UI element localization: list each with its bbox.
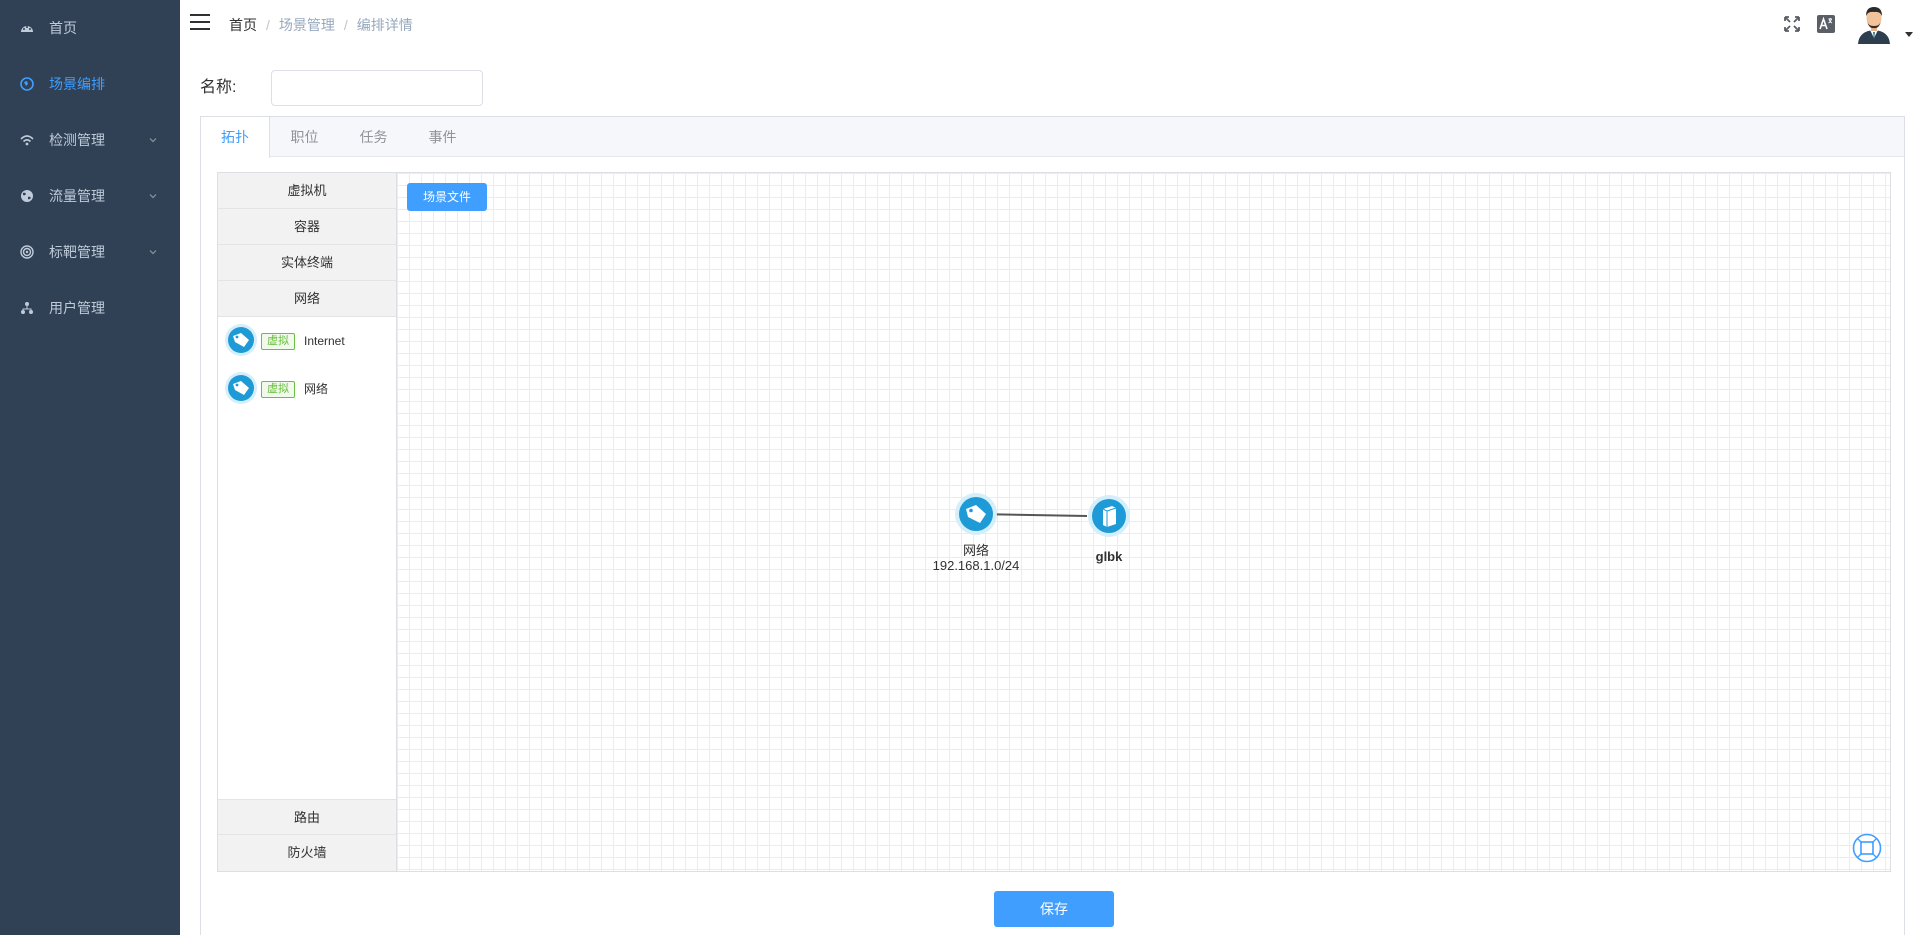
sidebar-item-scene-orchestration[interactable]: 场景编排: [0, 56, 180, 112]
sidebar-item-detection[interactable]: 检测管理: [0, 112, 180, 168]
palette-section-firewall[interactable]: 防火墙: [218, 835, 396, 871]
users-tree-icon: [21, 302, 33, 314]
sidebar-item-target[interactable]: 标靶管理: [0, 224, 180, 280]
palette-item-internet[interactable]: 虚拟 Internet: [224, 323, 392, 359]
breadcrumb-item-current: 编排详情: [356, 17, 413, 33]
sidebar-item-users[interactable]: 用户管理: [0, 280, 180, 336]
save-button[interactable]: 保存: [994, 891, 1114, 927]
sidebar-item-label: 检测管理: [49, 132, 105, 148]
palette-section-container[interactable]: 容器: [218, 209, 396, 245]
hamburger-menu-icon[interactable]: [190, 14, 210, 32]
breadcrumb: 首页 / 场景管理 / 编排详情: [229, 16, 413, 34]
sidebar: 首页 场景编排 检测管理 流量管理 标靶管理 用户管理: [0, 0, 180, 935]
virtual-tag: 虚拟: [261, 333, 295, 350]
breadcrumb-item-home[interactable]: 首页: [229, 17, 257, 33]
chevron-down-icon: [149, 194, 157, 199]
sidebar-item-label: 场景编排: [49, 76, 105, 92]
breadcrumb-separator: /: [343, 17, 348, 33]
server-node-icon[interactable]: [1087, 494, 1131, 538]
sidebar-item-traffic[interactable]: 流量管理: [0, 168, 180, 224]
breadcrumb-item-scene-management[interactable]: 场景管理: [279, 17, 335, 33]
palette-section-vm[interactable]: 虚拟机: [218, 173, 396, 209]
fullscreen-icon[interactable]: [1782, 14, 1802, 34]
wifi-icon: [20, 135, 34, 146]
node-palette: 虚拟机 容器 实体终端 网络 虚拟 Internet 虚拟 网络 路由 防火墙: [217, 172, 397, 872]
chevron-down-icon: [149, 250, 157, 255]
name-label: 名称:: [200, 79, 237, 96]
sidebar-item-label: 标靶管理: [49, 244, 105, 260]
server-node-name: glbk: [1095, 549, 1123, 564]
tabs-card: 拓扑 职位 任务 事件 虚拟机 容器 实体终端 网络 虚拟 Internet 虚…: [200, 116, 1905, 935]
palette-section-network[interactable]: 网络: [218, 281, 396, 317]
earth-icon: [21, 190, 33, 202]
network-node-icon[interactable]: [954, 492, 998, 536]
network-node-subnet: 192.168.1.0/24: [932, 558, 1020, 573]
tab-topology[interactable]: 拓扑: [201, 117, 270, 158]
palette-item-label: Internet: [304, 334, 345, 348]
breadcrumb-separator: /: [266, 17, 270, 33]
tab-position[interactable]: 职位: [270, 117, 339, 157]
name-input[interactable]: [271, 70, 483, 106]
network-tag-icon: [225, 324, 257, 356]
palette-section-router[interactable]: 路由: [218, 799, 396, 835]
chevron-down-icon: [149, 138, 157, 143]
tab-task[interactable]: 任务: [339, 117, 408, 157]
topology-canvas[interactable]: 场景文件 网络 192.168.1.0/24 glbk: [397, 172, 1891, 872]
sidebar-item-home[interactable]: 首页: [0, 0, 180, 56]
network-tag-icon: [225, 372, 257, 404]
sidebar-item-label: 首页: [49, 20, 77, 36]
tab-bar: 拓扑 职位 任务 事件: [201, 117, 1904, 158]
translate-icon[interactable]: [1816, 14, 1836, 34]
dashboard-icon: [21, 26, 33, 32]
sidebar-item-label: 流量管理: [49, 188, 105, 204]
virtual-tag: 虚拟: [261, 381, 295, 398]
sidebar-item-label: 用户管理: [49, 300, 105, 316]
tab-event[interactable]: 事件: [408, 117, 477, 157]
globe-icon: [20, 77, 34, 91]
user-avatar[interactable]: [1856, 4, 1892, 44]
palette-item-network[interactable]: 虚拟 网络: [224, 371, 392, 407]
fit-view-icon[interactable]: [1852, 833, 1882, 863]
palette-item-label: 网络: [304, 382, 329, 396]
target-icon: [20, 245, 34, 259]
caret-down-icon[interactable]: [1905, 32, 1913, 37]
palette-section-physical-terminal[interactable]: 实体终端: [218, 245, 396, 281]
network-node-name: 网络: [962, 543, 989, 558]
topology-edge[interactable]: [397, 173, 1891, 872]
